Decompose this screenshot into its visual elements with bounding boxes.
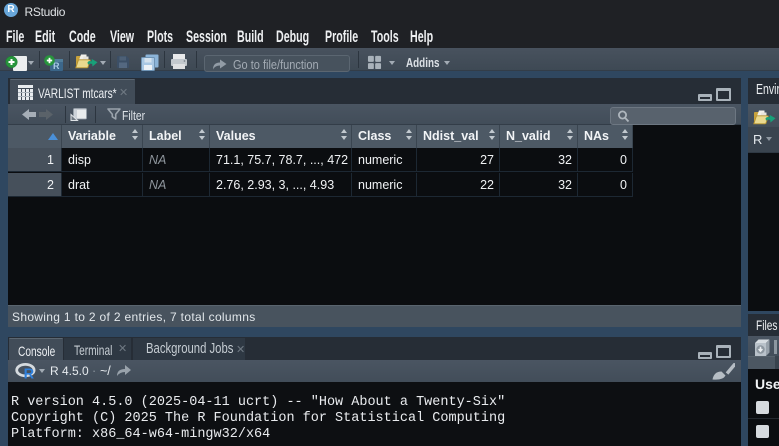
svg-text:R: R — [24, 367, 35, 382]
